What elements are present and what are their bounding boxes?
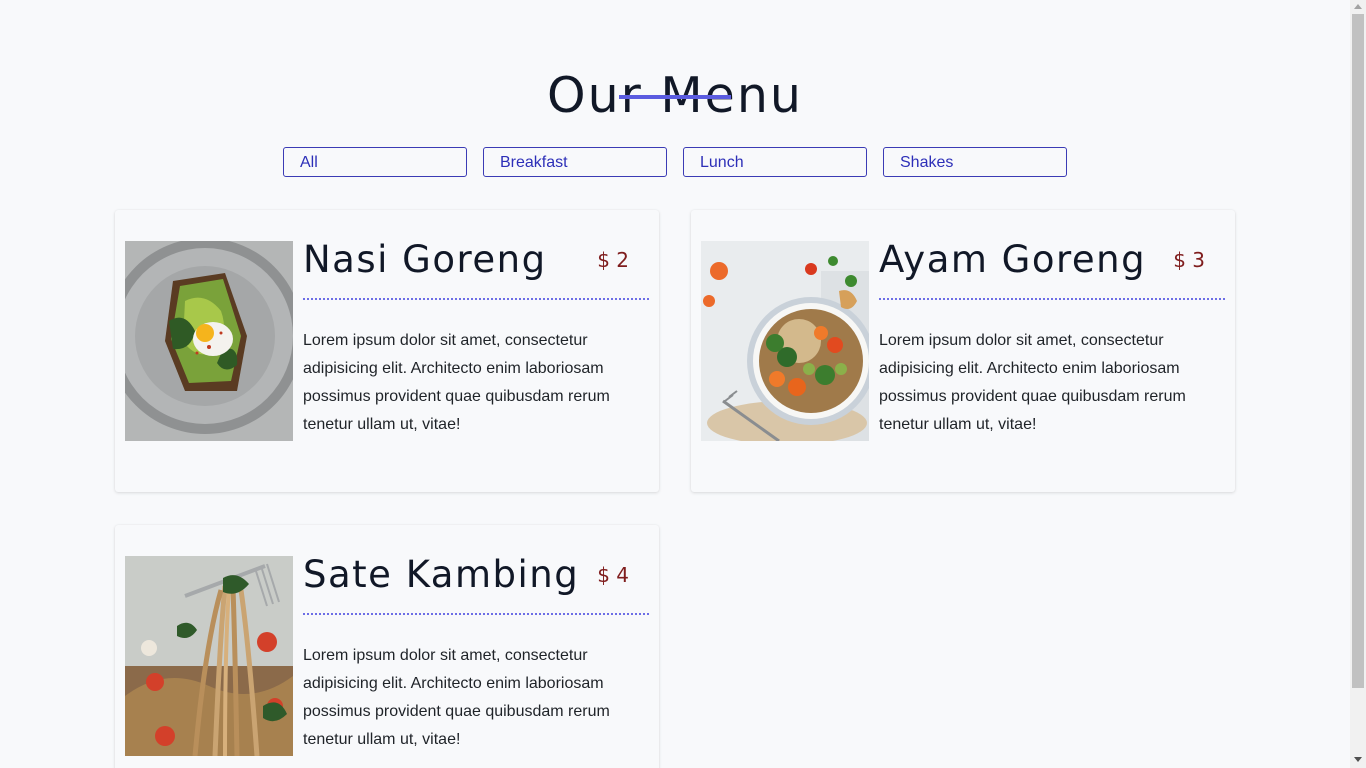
menu-item-name: Nasi Goreng	[303, 238, 547, 281]
vertical-scrollbar[interactable]	[1350, 0, 1366, 768]
scroll-down-arrow-icon[interactable]	[1354, 757, 1362, 762]
menu-item-description: Lorem ipsum dolor sit amet, consectetur …	[303, 332, 610, 433]
menu-item-price: $ 3	[1173, 248, 1205, 272]
menu-item-price: $ 4	[597, 563, 629, 587]
menu-item-card: Nasi Goreng $ 2 Lorem ipsum dolor sit am…	[115, 210, 659, 492]
menu-item-divider	[303, 613, 649, 615]
menu-item-description: Lorem ipsum dolor sit amet, consectetur …	[879, 332, 1186, 433]
menu-item-name: Ayam Goreng	[879, 238, 1147, 281]
scrollbar-thumb[interactable]	[1352, 14, 1364, 688]
filter-all-button[interactable]: All	[283, 147, 467, 177]
menu-item-photo	[701, 241, 869, 441]
menu-item-card: Sate Kambing $ 4 Lorem ipsum dolor sit a…	[115, 525, 659, 768]
menu-item-name: Sate Kambing	[303, 553, 580, 596]
scroll-up-arrow-icon[interactable]	[1354, 4, 1362, 9]
title-underline	[619, 95, 731, 99]
menu-item-card: Ayam Goreng $ 3 Lorem ipsum dolor sit am…	[691, 210, 1235, 492]
filter-lunch-button[interactable]: Lunch	[683, 147, 867, 177]
menu-item-description: Lorem ipsum dolor sit amet, consectetur …	[303, 647, 610, 748]
filter-breakfast-button[interactable]: Breakfast	[483, 147, 667, 177]
menu-item-divider	[303, 298, 649, 300]
menu-item-photo	[125, 556, 293, 756]
filter-shakes-button[interactable]: Shakes	[883, 147, 1067, 177]
menu-item-photo	[125, 241, 293, 441]
menu-item-divider	[879, 298, 1225, 300]
menu-item-price: $ 2	[597, 248, 629, 272]
menu-page: Our Menu All Breakfast Lunch Shakes Nasi…	[0, 0, 1350, 768]
